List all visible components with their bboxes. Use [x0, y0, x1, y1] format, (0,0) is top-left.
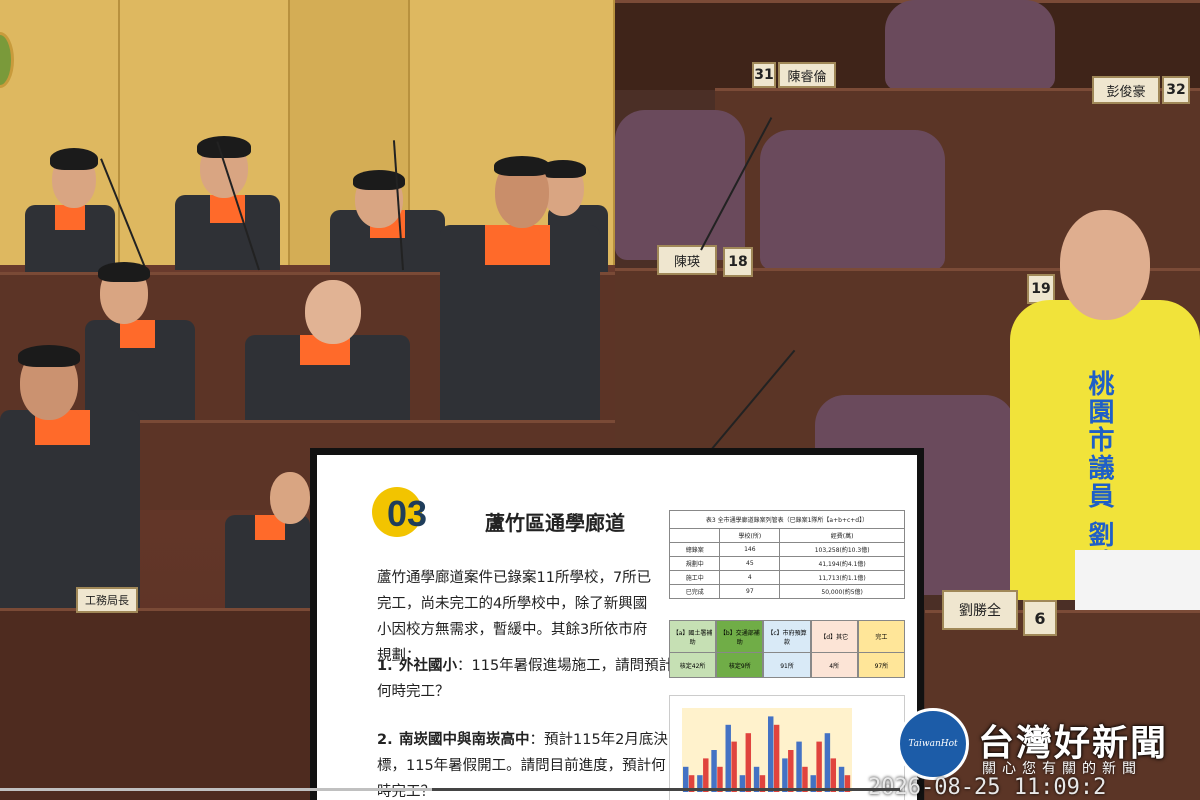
- chair: [615, 110, 745, 260]
- table-cell: 103,258(約10.3億): [779, 542, 905, 557]
- category-count: 核定42所: [670, 653, 716, 677]
- nameplate-name: 陳睿倫: [787, 69, 827, 85]
- category-d: 【d】其它 4所: [810, 620, 858, 678]
- category-c: 【c】市府預算款 91所: [763, 620, 811, 678]
- nameplate-seat31: 陳睿倫: [778, 62, 836, 88]
- table-cell: 4: [719, 570, 781, 585]
- question-number: 1.: [377, 658, 393, 674]
- papers: [1075, 550, 1200, 610]
- chart-bar: [725, 724, 731, 792]
- taiwanhot-logo: TaiwanHot: [897, 708, 969, 780]
- chart-bar: [768, 716, 774, 792]
- chart-bar: [830, 758, 837, 792]
- seat-number: 31: [754, 67, 774, 83]
- nameplate-seat6: 劉勝全: [942, 590, 1018, 630]
- seat-number: 19: [1031, 281, 1051, 297]
- category-count: 91所: [764, 653, 810, 677]
- question-school: 外社國小: [399, 658, 457, 674]
- category-label: 【b】交通部補助: [717, 621, 763, 653]
- nameplate-name: 陳瑛: [673, 254, 700, 270]
- table-header: 經費(萬): [779, 528, 905, 543]
- nameplate-name: 劉勝全: [959, 603, 1001, 619]
- chart-bar: [773, 724, 780, 792]
- chart-bar: [731, 741, 737, 792]
- chart-bar: [782, 758, 788, 792]
- table-cell: 97: [719, 584, 781, 599]
- funding-categories: 【a】國土署補助 核定42所 【b】交通部補助 核定9所 【c】市府預算款 91…: [669, 620, 906, 678]
- seat-number-32: 32: [1162, 76, 1190, 104]
- table-row: 規劃中 45 41,194(約4.1億): [668, 556, 905, 571]
- presentation-slide: 03 蘆竹區通學廊道 蘆竹通學廊道案件已錄案11所學校，7所已完工，尚未完工的4…: [310, 448, 924, 800]
- nameplate-label: 工務局長: [85, 594, 129, 607]
- vest-lettering: 桃園市議員 劉勝: [1084, 370, 1114, 578]
- chart-bar: [703, 758, 709, 792]
- question-number: 2.: [377, 732, 393, 748]
- chart-bar: [816, 741, 822, 792]
- nameplate-seat32: 彭俊豪: [1092, 76, 1160, 104]
- category-done: 完工 97所: [857, 620, 906, 678]
- official-nameplate: 工務局長: [76, 587, 138, 613]
- seat-number-31: 31: [752, 62, 776, 88]
- table-cell: 45: [719, 556, 781, 571]
- category-label: 【a】國土署補助: [670, 621, 716, 653]
- chair: [885, 0, 1055, 90]
- nameplate-seat18: 陳瑛: [657, 245, 717, 275]
- progress-fill: [0, 788, 432, 791]
- chart-bar: [711, 750, 717, 792]
- seat-number: 18: [728, 254, 748, 270]
- table-cell: 41,194(約4.1億): [779, 556, 905, 571]
- school-corridor-table: 表3 全市通學廊道錄案列管表（已錄案1隊所【a+b+c+d】） 學校(所) 經費…: [668, 510, 905, 599]
- question-school: 南崁國中與南崁高中: [399, 732, 530, 748]
- video-progress-bar[interactable]: [0, 788, 900, 791]
- slide-number: 03: [387, 493, 428, 534]
- table-cell: 規劃中: [668, 556, 721, 571]
- table-row: 總錄案 146 103,258(約10.3億): [668, 542, 905, 557]
- table-header: [668, 528, 721, 543]
- table-cell: 總錄案: [668, 542, 721, 557]
- table-cell: 50,000(約5億): [779, 584, 905, 599]
- chair: [760, 130, 945, 270]
- table-header: 學校(所): [719, 528, 781, 543]
- chart-bar: [796, 741, 802, 792]
- slide-content: 03 蘆竹區通學廊道 蘆竹通學廊道案件已錄案11所學校，7所已完工，尚未完工的4…: [317, 455, 917, 800]
- table-cell: 146: [719, 542, 781, 557]
- seat-number: 6: [1034, 608, 1046, 628]
- category-label: 【c】市府預算款: [764, 621, 810, 653]
- chart-bar: [745, 733, 752, 792]
- category-count: 97所: [858, 653, 905, 677]
- nameplate-name: 彭俊豪: [1106, 84, 1146, 100]
- category-label: 【d】其它: [811, 621, 857, 653]
- logo-text: TaiwanHot: [908, 739, 958, 749]
- seat-number-18: 18: [723, 247, 753, 277]
- table-caption: 表3 全市通學廊道錄案列管表（已錄案1隊所【a+b+c+d】）: [669, 510, 905, 529]
- category-b: 【b】交通部補助 核定9所: [716, 620, 764, 678]
- seat-number-6: 6: [1023, 600, 1057, 636]
- table-cell: 已完成: [668, 584, 721, 599]
- table-cell: 施工中: [668, 570, 721, 585]
- category-label: 完工: [858, 621, 905, 653]
- table-row: 施工中 4 11,713(約1.1億): [668, 570, 905, 585]
- video-timestamp: 2026-08-25 11:09:2: [868, 775, 1107, 800]
- slide-title: 蘆竹區通學廊道: [485, 511, 625, 535]
- speaker-head: [1060, 210, 1150, 320]
- seat-number: 32: [1166, 82, 1186, 98]
- category-count: 核定9所: [717, 653, 763, 677]
- category-a: 【a】國土署補助 核定42所: [669, 620, 717, 678]
- chart-bar: [824, 733, 831, 792]
- category-count: 4所: [811, 653, 857, 677]
- chart-bar: [788, 750, 794, 792]
- table-cell: 11,713(約1.1億): [779, 570, 905, 585]
- table-row: 已完成 97 50,000(約5億): [668, 584, 905, 599]
- slide-question-1: 1. 外社國小：115年暑假進場施工，請問預計何時完工？: [377, 653, 677, 705]
